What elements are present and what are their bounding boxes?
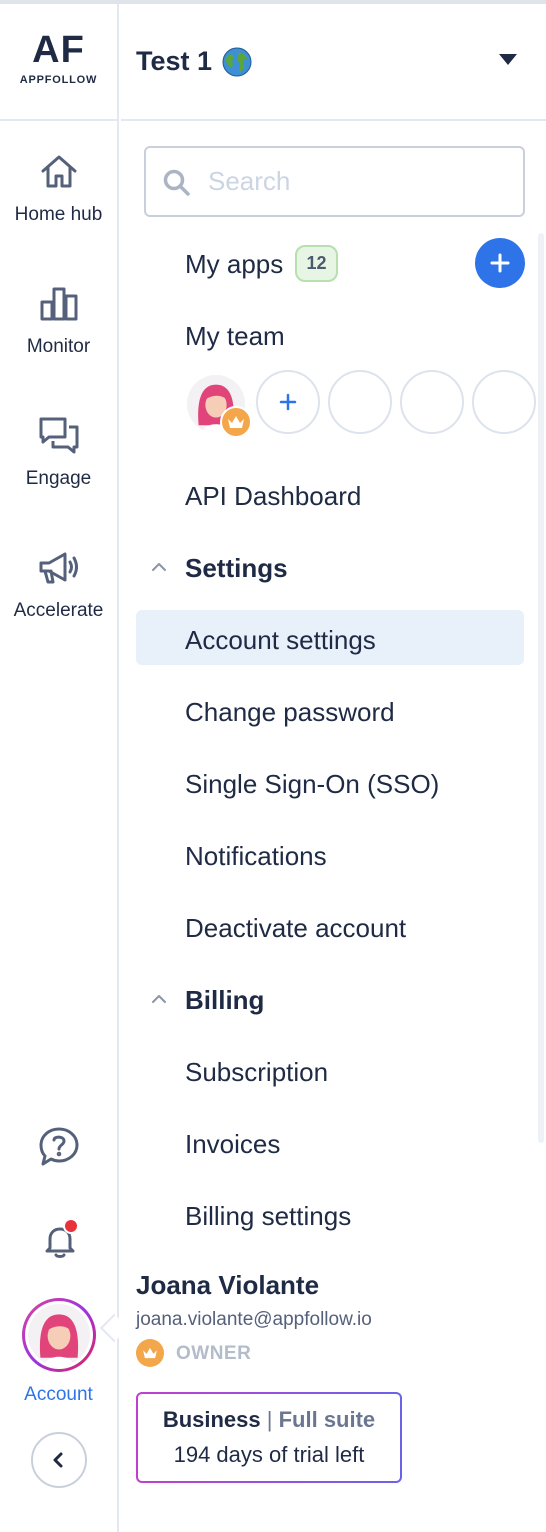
help-icon[interactable] — [36, 1124, 82, 1170]
appfollow-logo[interactable]: AF APPFOLLOW — [0, 4, 117, 121]
chevron-left-icon — [53, 1452, 63, 1468]
rail-label-account[interactable]: Account — [0, 1384, 117, 1406]
rail-label-monitor: Monitor — [26, 336, 91, 357]
chevron-up-icon[interactable] — [150, 990, 168, 1008]
menu-item-change-password[interactable]: Change password — [185, 697, 395, 728]
bar-chart-icon — [40, 287, 77, 321]
plan-separator: | — [266, 1407, 273, 1432]
menu-item-notifications[interactable]: Notifications — [185, 841, 327, 872]
user-avatar-icon — [28, 1304, 90, 1366]
rail-label-accelerate: Accelerate — [13, 600, 104, 621]
apps-count-badge: 12 — [295, 245, 338, 282]
billing-section-header[interactable]: Billing — [185, 985, 264, 1016]
search-input[interactable] — [208, 148, 508, 215]
globe-icon — [222, 47, 252, 77]
crown-icon — [136, 1339, 164, 1367]
rail-label-engage: Engage — [25, 468, 92, 489]
left-rail: AF APPFOLLOW Home hub Monitor Engage Acc… — [0, 4, 119, 1532]
logo-wordmark: APPFOLLOW — [19, 74, 98, 86]
plan-name: Business — [162, 1407, 261, 1432]
collapse-sidebar-button[interactable] — [31, 1432, 87, 1488]
menu-item-my-apps[interactable]: My apps — [185, 249, 283, 280]
plus-icon — [279, 393, 297, 411]
menu-item-subscription[interactable]: Subscription — [185, 1057, 328, 1088]
rail-item-home-hub[interactable]: Home hub — [0, 150, 117, 226]
menu-item-account-settings[interactable]: Account settings — [185, 625, 376, 656]
add-team-member-button[interactable] — [256, 370, 320, 434]
empty-team-slot — [472, 370, 536, 434]
owner-crown-badge — [220, 406, 252, 438]
home-icon — [41, 155, 76, 188]
megaphone-icon — [39, 552, 78, 584]
trial-days-left: 194 days of trial left — [173, 1442, 365, 1467]
menu-item-deactivate-account[interactable]: Deactivate account — [185, 913, 406, 944]
account-avatar[interactable] — [22, 1298, 96, 1372]
rail-item-accelerate[interactable]: Accelerate — [0, 546, 117, 622]
rail-label-home-hub: Home hub — [14, 204, 103, 225]
workspace-name: Test 1 — [136, 46, 213, 76]
crown-icon — [228, 416, 244, 428]
menu-item-my-team[interactable]: My team — [185, 321, 285, 352]
settings-section-header[interactable]: Settings — [185, 553, 288, 584]
notification-dot — [63, 1218, 79, 1234]
plan-suite: Full suite — [278, 1407, 376, 1432]
search-box — [144, 146, 525, 217]
add-app-button[interactable] — [475, 238, 525, 288]
user-email: joana.violante@appfollow.io — [136, 1309, 372, 1330]
user-name: Joana Violante — [136, 1270, 320, 1300]
workspace-header[interactable]: Test 1 — [121, 4, 546, 121]
chat-bubbles-icon — [39, 417, 78, 454]
plus-icon — [490, 253, 510, 273]
logo-mark: AF — [32, 29, 85, 71]
workspace-dropdown-caret-icon[interactable] — [499, 54, 517, 65]
menu-item-invoices[interactable]: Invoices — [185, 1129, 280, 1160]
user-role: OWNER — [176, 1343, 252, 1364]
notifications-bell[interactable] — [40, 1218, 80, 1260]
menu-item-sso[interactable]: Single Sign-On (SSO) — [185, 769, 439, 800]
rail-item-monitor[interactable]: Monitor — [0, 282, 117, 358]
plan-badge[interactable]: Business | Full suite 194 days of trial … — [136, 1392, 402, 1483]
search-icon — [163, 169, 190, 196]
empty-team-slot — [328, 370, 392, 434]
menu-scrollbar[interactable] — [538, 233, 544, 1143]
chevron-up-icon[interactable] — [150, 558, 168, 576]
empty-team-slot — [400, 370, 464, 434]
rail-item-engage[interactable]: Engage — [0, 414, 117, 490]
menu-item-billing-settings[interactable]: Billing settings — [185, 1201, 351, 1232]
menu-item-api-dashboard[interactable]: API Dashboard — [185, 481, 361, 512]
